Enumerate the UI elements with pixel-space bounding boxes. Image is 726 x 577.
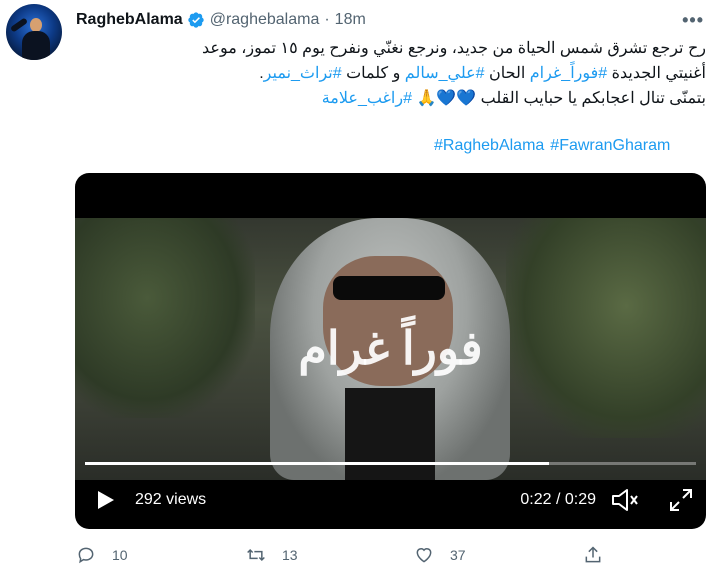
video-progress-bar[interactable] <box>85 462 696 465</box>
video-player[interactable]: فوراً غرام 292 views 0:22 / 0:29 <box>75 173 706 529</box>
separator-dot: · <box>324 11 330 28</box>
author-avatar[interactable] <box>6 4 62 60</box>
author-handle[interactable]: @raghebalama <box>210 11 320 29</box>
heart-icon <box>416 548 432 563</box>
reply-icon <box>78 547 94 564</box>
tweet-text: رح ترجع تشرق شمس الحياة من جديد، ونرجع ن… <box>76 36 706 111</box>
volume-muted-icon[interactable] <box>610 486 640 514</box>
hashtag-link[interactable]: #FawranGharam <box>550 137 670 154</box>
tweet-header: RaghebAlama @raghebalama · 18m <box>76 9 366 31</box>
tweet-actions: 10 13 37 <box>76 545 616 571</box>
tweet-timestamp[interactable]: 18m <box>335 11 366 29</box>
retweet-icon <box>247 548 265 562</box>
hashtag-link[interactable]: #RaghebAlama <box>434 137 544 154</box>
author-name[interactable]: RaghebAlama <box>76 11 183 29</box>
text-segment: أغنيتي الجديدة <box>607 65 706 82</box>
tweet-line-3: بتمنّى تنال اعجابكم يا حبايب القلب 💙💙🙏 #… <box>76 86 706 111</box>
hashtag-link[interactable]: #فوراً_غرام <box>530 65 607 82</box>
video-scene-trees <box>75 218 255 418</box>
video-view-count: 292 views <box>135 491 207 508</box>
hashtag-link[interactable]: #تراث_نمير <box>264 65 342 82</box>
video-frame[interactable]: فوراً غرام <box>75 218 706 480</box>
reply-button[interactable]: 10 <box>76 545 128 565</box>
more-options-icon[interactable]: ••• <box>682 10 704 31</box>
video-controls: 292 views 0:22 / 0:29 <box>75 480 706 520</box>
like-count: 37 <box>450 547 466 563</box>
hashtag-link[interactable]: #راغب_علامة <box>322 90 412 107</box>
video-scene-shirt <box>345 388 435 480</box>
retweet-count: 13 <box>282 547 298 563</box>
avatar-figure-arm <box>9 17 29 33</box>
text-segment: بتمنّى تنال اعجابكم يا حبايب القلب 💙💙🙏 <box>412 90 706 107</box>
tweet-line-1: رح ترجع تشرق شمس الحياة من جديد، ونرجع ن… <box>202 40 706 57</box>
avatar-figure-head <box>30 18 42 32</box>
video-time: 0:22 / 0:29 <box>520 491 596 508</box>
text-segment: الحان <box>484 65 530 82</box>
share-icon <box>585 546 601 563</box>
tweet-line-2: أغنيتي الجديدة #فوراً_غرام الحان #علي_سا… <box>76 61 706 86</box>
video-overlay-title: فوراً غرام <box>298 322 483 374</box>
share-button[interactable] <box>583 545 603 565</box>
hashtag-link[interactable]: #علي_سالم <box>405 65 485 82</box>
reply-count: 10 <box>112 547 128 563</box>
video-progress-fill <box>85 462 550 465</box>
avatar-figure-body <box>22 31 50 60</box>
fullscreen-icon[interactable] <box>668 487 694 513</box>
like-button[interactable]: 37 <box>414 545 466 565</box>
text-segment: و كلمات <box>341 65 405 82</box>
hashtag-row: #RaghebAlama #FawranGharam <box>434 137 670 155</box>
video-scene-sunglasses <box>333 276 445 300</box>
play-icon[interactable] <box>93 488 117 512</box>
verified-badge-icon <box>188 12 204 28</box>
retweet-button[interactable]: 13 <box>246 545 298 565</box>
